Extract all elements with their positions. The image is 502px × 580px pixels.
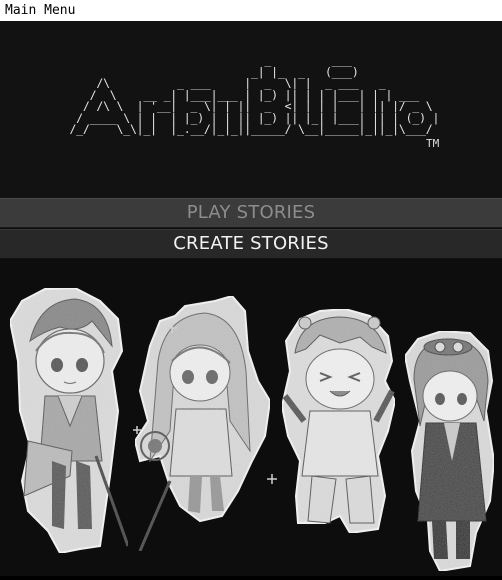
trademark-mark: TM [426, 137, 440, 150]
characters-illustration [8, 286, 496, 573]
character-sketch-1-icon [8, 286, 130, 555]
character-artwork [0, 261, 502, 576]
main-menu-screen: _ ___ _| |_ _ (___) /\ _ ___ | _ \| | _ … [0, 21, 502, 576]
create-stories-button[interactable]: CREATE STORIES [0, 229, 502, 259]
character-sketch-4-icon [403, 329, 496, 573]
logo-banner: _ ___ _| |_ _ (___) /\ _ ___ | _ \| | _ … [0, 21, 502, 198]
window-title: Main Menu [0, 0, 502, 21]
arbitrio-ascii-logo: _ ___ _| |_ _ (___) /\ _ ___ | _ \| | _ … [69, 53, 440, 136]
play-stories-button[interactable]: PLAY STORIES [0, 198, 502, 228]
character-sketch-2-icon [133, 294, 272, 552]
character-sketch-3-icon [280, 307, 397, 535]
